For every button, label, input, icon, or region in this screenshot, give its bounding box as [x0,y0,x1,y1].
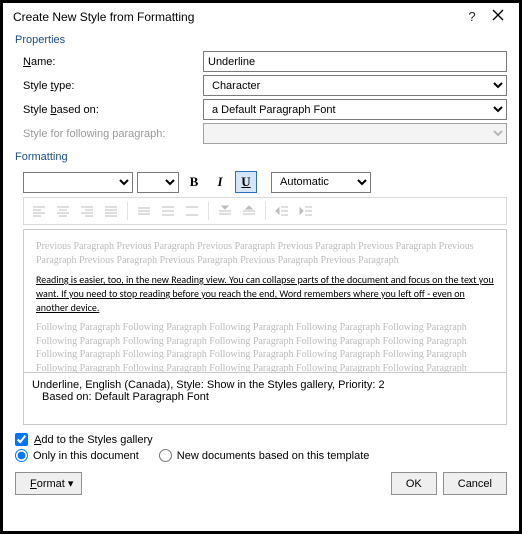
spacing-1-icon[interactable] [133,201,155,221]
align-center-icon[interactable] [52,201,74,221]
cancel-button[interactable]: Cancel [443,472,507,495]
space-before-up-icon[interactable] [214,201,236,221]
style-type-select[interactable]: Character [203,75,507,96]
align-right-icon[interactable] [76,201,98,221]
font-size-combo[interactable] [137,172,179,193]
name-input[interactable] [203,51,507,72]
following-select [203,123,507,144]
help-button[interactable]: ? [459,9,485,24]
only-document-label: Only in this document [33,450,139,462]
based-on-label: Style based on: [23,104,203,116]
formatting-heading: Formatting [15,147,507,165]
font-color-combo[interactable]: Automatic [271,172,371,193]
preview-after: Following Paragraph Following Paragraph … [36,321,494,373]
only-document-radio[interactable] [15,449,28,462]
properties-heading: Properties [15,30,507,48]
paragraph-toolbar [23,197,507,225]
font-family-combo[interactable] [23,172,133,193]
underline-button[interactable]: U [235,171,257,193]
desc-line-2: Based on: Default Paragraph Font [32,391,498,403]
style-type-label: Style type: [23,80,203,92]
format-button[interactable]: Format ▾ [15,472,82,495]
name-label: Name: [23,56,203,68]
italic-button[interactable]: I [209,171,231,193]
desc-line-1: Underline, English (Canada), Style: Show… [32,379,498,391]
close-button[interactable] [485,9,511,24]
following-label: Style for following paragraph: [23,128,203,140]
indent-increase-icon[interactable] [295,201,317,221]
add-gallery-label: Add to the Styles gallery [34,434,153,446]
align-justify-icon[interactable] [100,201,122,221]
spacing-15-icon[interactable] [157,201,179,221]
based-on-select[interactable]: a Default Paragraph Font [203,99,507,120]
space-before-down-icon[interactable] [238,201,260,221]
ok-button[interactable]: OK [391,472,437,495]
indent-decrease-icon[interactable] [271,201,293,221]
align-left-icon[interactable] [28,201,50,221]
spacing-2-icon[interactable] [181,201,203,221]
new-documents-radio[interactable] [159,449,172,462]
preview-before: Previous Paragraph Previous Paragraph Pr… [36,240,494,267]
add-gallery-checkbox[interactable] [15,433,28,446]
preview-pane: Previous Paragraph Previous Paragraph Pr… [23,229,507,373]
style-description: Underline, English (Canada), Style: Show… [23,373,507,425]
new-documents-label: New documents based on this template [177,450,370,462]
preview-sample: Reading is easier, too, in the new Readi… [36,273,494,315]
dialog-title: Create New Style from Formatting [13,10,459,24]
bold-button[interactable]: B [183,171,205,193]
